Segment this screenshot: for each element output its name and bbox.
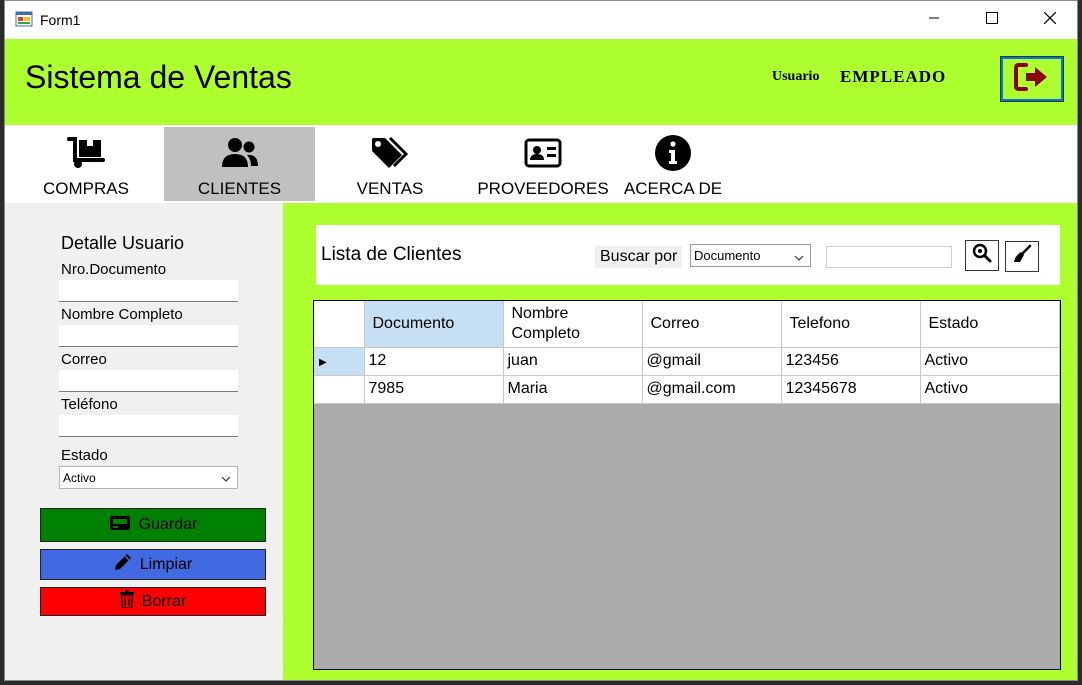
list-title: Lista de Clientes [321,244,462,265]
table-row[interactable]: 7985 Maria @gmail.com 12345678 Activo [314,375,1060,404]
menu-item-ventas[interactable]: VENTAS [319,127,461,201]
table-cell[interactable]: Activo [920,347,1060,376]
detail-title: Detalle Usuario [61,233,185,253]
telefono-label: Teléfono [61,396,118,413]
app-title: Sistema de Ventas [25,59,292,95]
menu-item-clientes[interactable]: CLIENTES [164,127,315,201]
trash-icon [119,590,134,613]
table-header-row: Documento Nombre Completo Correo Telefon… [314,301,1060,348]
maximize-icon [986,11,998,29]
detail-panel: Detalle Usuario Nro.Documento Nombre Com… [5,203,283,680]
menu-item-acerca-de[interactable]: ACERCA DE [617,127,729,201]
header-bar: Sistema de Ventas Usuario EMPLEADO [5,39,1077,125]
dolly-icon [66,133,106,173]
app-window: Form1 Sistema de Ventas Usuario EMPLEADO [4,0,1078,681]
column-header-documento[interactable]: Documento [364,301,504,348]
save-icon [109,515,131,536]
menu-label: VENTAS [356,179,424,198]
search-icon [972,243,992,268]
limpiar-button[interactable]: Limpiar [40,549,266,580]
telefono-field[interactable] [59,415,238,437]
close-button[interactable] [1021,1,1077,39]
app-icon [15,11,33,27]
correo-field[interactable] [59,370,238,392]
search-field-select[interactable]: Documento [690,244,811,267]
estado-select[interactable]: Activo [59,466,238,489]
maximize-button[interactable] [963,1,1021,39]
limpiar-label: Limpiar [139,555,193,573]
list-panel: Lista de Clientes Buscar por Documento D… [283,203,1077,680]
documento-field[interactable] [59,280,238,302]
documento-label: Nro.Documento [61,261,167,278]
minimize-button[interactable] [905,1,963,39]
table-cell[interactable]: Maria [503,375,643,404]
menu-label: ACERCA DE [623,179,723,198]
menu-item-proveedores[interactable]: PROVEEDORES [473,127,613,201]
row-header[interactable] [314,375,365,404]
search-button[interactable] [965,240,999,271]
title-bar[interactable]: Form1 [5,1,1077,39]
row-header[interactable]: ▶ [314,347,365,376]
estado-label: Estado [61,447,108,464]
clients-grid[interactable]: Documento Nombre Completo Correo Telefon… [313,300,1061,670]
tags-icon [370,133,410,173]
menu-label: COMPRAS [43,179,129,198]
borrar-label: Borrar [141,592,187,610]
sign-out-icon [1014,62,1050,97]
pencil-icon [114,553,132,576]
menu-label: CLIENTES [197,179,282,198]
chevron-down-icon [794,250,804,265]
column-header-telefono[interactable]: Telefono [781,301,921,348]
search-input[interactable] [826,246,952,268]
nombre-field[interactable] [59,325,238,347]
search-label: Buscar por [595,246,683,268]
users-icon [220,133,260,173]
table-cell[interactable]: @gmail.com [642,375,782,404]
column-header-correo[interactable]: Correo [642,301,782,348]
column-header-nombre[interactable]: Nombre Completo [503,301,643,348]
guardar-label: Guardar [138,516,198,533]
minimize-icon [928,11,940,29]
menu-label: PROVEEDORES [477,179,609,198]
menu-item-compras[interactable]: COMPRAS [15,127,157,201]
table-cell[interactable]: 7985 [364,375,504,404]
guardar-button[interactable]: Guardar [40,508,266,542]
logout-button[interactable] [1000,56,1064,102]
broom-icon [1012,244,1032,269]
search-field-value: Documento [694,248,761,263]
clear-search-button[interactable] [1005,241,1039,272]
chevron-down-icon [221,472,231,486]
table-cell[interactable]: 12 [364,347,504,376]
user-label: Usuario [772,69,820,84]
table-cell[interactable]: 123456 [781,347,921,376]
row-header-corner[interactable] [314,301,365,348]
search-bar: Lista de Clientes Buscar por Documento [316,225,1060,285]
correo-label: Correo [61,351,107,368]
window-title: Form1 [40,12,81,28]
close-icon [1043,11,1057,29]
borrar-button[interactable]: Borrar [40,587,266,616]
info-icon [653,133,693,173]
table-cell[interactable]: Activo [920,375,1060,404]
column-header-estado[interactable]: Estado [920,301,1060,348]
address-card-icon [523,133,563,173]
table-cell[interactable]: @gmail [642,347,782,376]
table-row[interactable]: ▶ 12 juan @gmail 123456 Activo [314,347,1060,376]
clients-table: Documento Nombre Completo Correo Telefon… [314,301,1060,404]
table-cell[interactable]: juan [503,347,643,376]
main-menu: COMPRAS CLIENTES VENTAS PROVEEDORES ACER… [5,125,1077,203]
user-name: EMPLEADO [840,67,947,86]
nombre-label: Nombre Completo [61,306,183,323]
estado-value: Activo [63,471,96,485]
table-cell[interactable]: 12345678 [781,375,921,404]
current-row-arrow-icon: ▶ [319,357,327,368]
